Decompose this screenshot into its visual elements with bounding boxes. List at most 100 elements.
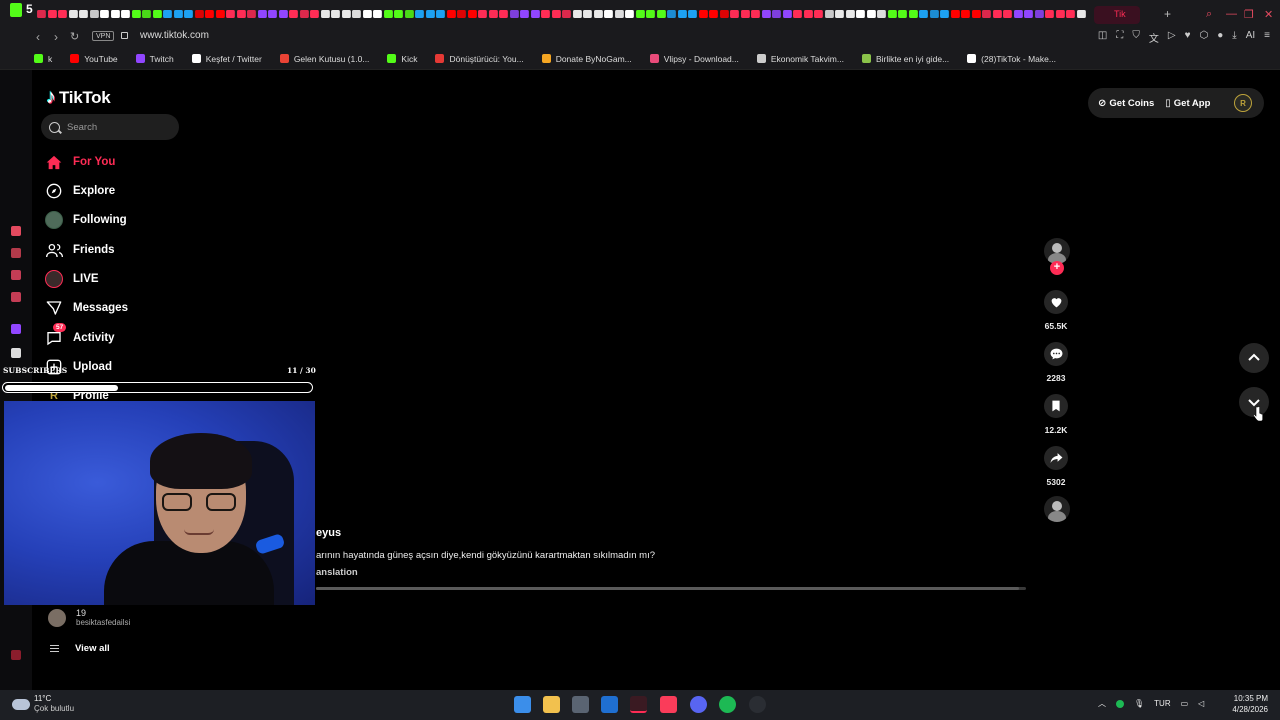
browser-tab[interactable]: [635, 10, 644, 18]
browser-tab[interactable]: [803, 10, 812, 18]
browser-tab[interactable]: [793, 10, 802, 18]
browser-tab[interactable]: [887, 10, 896, 18]
rail-twitch-icon[interactable]: [11, 324, 21, 334]
sidebar-item-explore[interactable]: Explore: [45, 182, 115, 200]
browser-tab[interactable]: [908, 10, 917, 18]
outlook-icon[interactable]: [601, 696, 618, 713]
browser-tab[interactable]: [205, 10, 214, 18]
browser-tab[interactable]: [131, 10, 140, 18]
browser-tab[interactable]: [1013, 10, 1022, 18]
rail-x-icon[interactable]: [11, 348, 21, 358]
volume-icon[interactable]: ◁: [1198, 699, 1204, 708]
bookmark-item[interactable]: YouTube: [70, 54, 118, 64]
search-input[interactable]: [67, 121, 167, 133]
browser-tab[interactable]: [331, 10, 340, 18]
browser-tab[interactable]: [992, 10, 1001, 18]
bookmark-item[interactable]: Kick: [387, 54, 417, 64]
comment-action[interactable]: 2283: [1042, 342, 1070, 383]
network-icon[interactable]: ▭: [1181, 699, 1189, 708]
browser-tab[interactable]: [310, 10, 319, 18]
back-icon[interactable]: ‹: [36, 30, 40, 44]
browser-tab[interactable]: [604, 10, 613, 18]
browser-tab[interactable]: [709, 10, 718, 18]
forward-icon[interactable]: ›: [54, 30, 58, 44]
reload-icon[interactable]: ↻: [70, 30, 79, 43]
kick-logo-icon[interactable]: [10, 3, 22, 17]
bookmark-item[interactable]: (28)TikTok - Make...: [967, 54, 1056, 64]
browser-tab[interactable]: [215, 10, 224, 18]
bookmark-item[interactable]: Birlikte en iyi gide...: [861, 54, 949, 64]
spotify-icon[interactable]: [719, 696, 736, 713]
browser-tab[interactable]: [824, 10, 833, 18]
calculator-icon[interactable]: [572, 696, 589, 713]
browser-tab[interactable]: [373, 10, 382, 18]
tray-chevron-icon[interactable]: ︿: [1098, 698, 1106, 709]
browser-tab[interactable]: [730, 10, 739, 18]
browser-tab[interactable]: [751, 10, 760, 18]
browser-tab[interactable]: [562, 10, 571, 18]
rail-gx-icon[interactable]: [11, 650, 21, 660]
search-tabs-icon[interactable]: ⌕: [1206, 8, 1212, 21]
browser-tab[interactable]: [383, 10, 392, 18]
rail-music-icon[interactable]: [11, 292, 21, 302]
browser-tab[interactable]: [814, 10, 823, 18]
browser-tab[interactable]: [866, 10, 875, 18]
browser-tab[interactable]: [163, 10, 172, 18]
browser-tab[interactable]: [856, 10, 865, 18]
language-indicator[interactable]: TUR: [1154, 699, 1170, 708]
browser-tab[interactable]: [646, 10, 655, 18]
browser-tab[interactable]: [89, 10, 98, 18]
heart-icon[interactable]: ♥: [1185, 30, 1191, 45]
browser-tab[interactable]: [415, 10, 424, 18]
sidebar-item-for-you[interactable]: For You: [45, 153, 115, 171]
browser-tab[interactable]: [352, 10, 361, 18]
profile-icon[interactable]: ●: [1217, 30, 1223, 45]
browser-tab[interactable]: [740, 10, 749, 18]
tab-strip[interactable]: [36, 8, 1096, 22]
browser-tab[interactable]: [667, 10, 676, 18]
active-tab[interactable]: Tik: [1094, 6, 1140, 24]
opera-gx-icon[interactable]: [630, 696, 647, 713]
browser-tab[interactable]: [100, 10, 109, 18]
browser-tab[interactable]: [1003, 10, 1012, 18]
browser-tab[interactable]: [656, 10, 665, 18]
browser-tab[interactable]: [499, 10, 508, 18]
browser-tab[interactable]: [488, 10, 497, 18]
browser-tab[interactable]: [152, 10, 161, 18]
camera-icon[interactable]: ◫: [1098, 30, 1107, 45]
browser-tab[interactable]: [299, 10, 308, 18]
video-progress-bar[interactable]: [316, 587, 1026, 590]
browser-tab[interactable]: [572, 10, 581, 18]
browser-tab[interactable]: [110, 10, 119, 18]
browser-tab[interactable]: [530, 10, 539, 18]
user-avatar[interactable]: R: [1234, 94, 1252, 112]
shield-icon[interactable]: ⛉: [1132, 30, 1140, 45]
browser-tab[interactable]: [278, 10, 287, 18]
browser-tab[interactable]: [341, 10, 350, 18]
browser-tab[interactable]: [184, 10, 193, 18]
music-disc[interactable]: [1044, 496, 1070, 522]
settings-app-icon[interactable]: [749, 696, 766, 713]
browser-tab[interactable]: [1045, 10, 1054, 18]
browser-tab[interactable]: [142, 10, 151, 18]
get-app-button[interactable]: ▯ Get App: [1165, 98, 1210, 109]
view-all-link[interactable]: View all: [50, 643, 110, 654]
browser-tab[interactable]: [719, 10, 728, 18]
tiktok-logo[interactable]: ♪ TikTok: [46, 86, 111, 109]
see-translation-link[interactable]: anslation: [316, 567, 358, 578]
bookmark-item[interactable]: Vlipsy - Download...: [649, 54, 739, 64]
browser-tab[interactable]: [68, 10, 77, 18]
like-action[interactable]: 65.5K: [1042, 290, 1070, 331]
browser-tab[interactable]: [362, 10, 371, 18]
translate-icon[interactable]: 文: [1149, 30, 1159, 45]
rail-history-icon[interactable]: [11, 226, 21, 236]
browser-tab[interactable]: [772, 10, 781, 18]
browser-tab[interactable]: [583, 10, 592, 18]
browser-tab[interactable]: [446, 10, 455, 18]
snapshot-icon[interactable]: ⛶: [1116, 30, 1123, 45]
tray-status-icon[interactable]: [1116, 699, 1124, 708]
discord-icon[interactable]: [690, 696, 707, 713]
browser-tab[interactable]: [845, 10, 854, 18]
browser-tab[interactable]: [982, 10, 991, 18]
bookmark-item[interactable]: Dönüştürücü: You...: [435, 54, 524, 64]
